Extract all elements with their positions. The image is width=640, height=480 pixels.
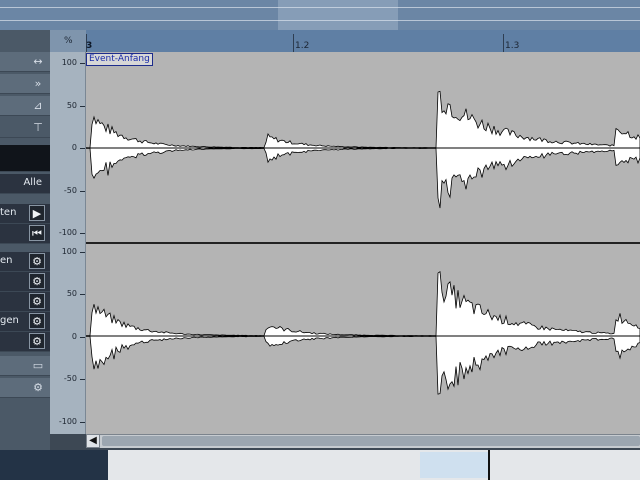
scale-tick (80, 294, 85, 295)
ruler-start-label: 3 (86, 41, 93, 51)
scale-tick (80, 337, 85, 338)
scale-tick (80, 63, 85, 64)
ruler-unit-corner: % (50, 30, 86, 52)
inspector-row-play[interactable]: ten ▶ (0, 204, 50, 224)
inspector-row-options[interactable]: ⚙ (0, 378, 50, 398)
scale-label: 0 (71, 332, 77, 341)
inspector-row-setting-3[interactable]: ⚙ (0, 292, 50, 312)
settings-gear-icon[interactable]: ⚙ (30, 380, 46, 395)
filter-select-value[interactable]: Alle (23, 177, 42, 188)
play-icon[interactable]: ▶ (29, 205, 45, 221)
scale-tick (80, 252, 85, 253)
scrollbar-thumb[interactable] (102, 436, 640, 446)
scale-label: -100 (58, 417, 77, 426)
scale-label: 0 (71, 143, 77, 152)
ruler-tick (293, 34, 294, 52)
waveform-channel-left (86, 90, 640, 209)
scale-label: 100 (61, 58, 77, 67)
gear-icon[interactable]: ⚙ (29, 313, 45, 329)
timeline-ruler[interactable]: 3 1.2 1.3 (50, 30, 640, 52)
ruler-mark-label: 1.3 (505, 41, 520, 51)
inspector-row-setting-2[interactable]: ⚙ (0, 272, 50, 292)
scale-tick (80, 148, 85, 149)
filter-icon[interactable]: ⊤ (30, 120, 46, 135)
inspector-row-filter[interactable]: ⊤ (0, 118, 50, 138)
lower-panel-header (0, 450, 108, 480)
scale-label: -100 (58, 228, 77, 237)
scale-tick (80, 422, 85, 423)
row-label: ten (0, 207, 17, 218)
scale-tick (80, 191, 85, 192)
row-label: en (0, 255, 13, 266)
inspector-display (0, 145, 50, 172)
event-start-marker[interactable]: Event-Anfang (86, 53, 153, 66)
scale-label: -50 (63, 374, 77, 383)
inspector-row-rewind[interactable]: ⏮ (0, 224, 50, 244)
scale-tick (80, 233, 85, 234)
scale-tick (80, 379, 85, 380)
snap-icon[interactable]: ⊿ (30, 98, 46, 113)
ruler-mark-label: 1.2 (295, 41, 310, 51)
scale-label: 50 (66, 289, 77, 298)
overview-visible-range[interactable] (278, 0, 398, 30)
inspector-row-zoom[interactable]: ↔ (0, 52, 50, 72)
playback-cursor[interactable] (488, 450, 490, 480)
scale-tick (80, 106, 85, 107)
unit-label: % (64, 36, 73, 46)
waveform-channel-right (86, 270, 640, 395)
gear-icon[interactable]: ⚙ (29, 253, 45, 269)
inspector-row-snap[interactable]: ⊿ (0, 96, 50, 116)
inspector-row-setting-4[interactable]: gen ⚙ (0, 312, 50, 332)
scale-label: 50 (66, 101, 77, 110)
gear-icon[interactable]: ⚙ (29, 333, 45, 349)
width-icon[interactable]: ▭ (30, 358, 46, 373)
inspector-filter-select[interactable]: Alle (0, 174, 50, 194)
ruler-tick (503, 34, 504, 52)
gear-icon[interactable]: ⚙ (29, 273, 45, 289)
scale-label: 100 (61, 247, 77, 256)
fit-width-icon[interactable]: ↔ (30, 54, 46, 69)
gear-icon[interactable]: ⚙ (29, 293, 45, 309)
inspector-panel: ↔ » ⊿ ⊤ Alle ten ▶ ⏮ en ⚙ ⚙ ⚙ gen ⚙ ⚙ ▭ … (0, 30, 50, 450)
amplitude-scale: 100 50 0 -50 -100 100 50 0 -50 -100 (50, 52, 86, 434)
lower-timeline-selection[interactable] (420, 452, 490, 478)
inspector-row-setting-5[interactable]: ⚙ (0, 332, 50, 352)
fast-forward-icon[interactable]: » (30, 76, 46, 91)
rewind-icon[interactable]: ⏮ (29, 225, 45, 241)
inspector-row-forward[interactable]: » (0, 74, 50, 94)
inspector-row-setting-1[interactable]: en ⚙ (0, 252, 50, 272)
row-label: gen (0, 315, 19, 326)
channel-divider (86, 242, 640, 244)
inspector-row-width[interactable]: ▭ (0, 356, 50, 376)
lower-timeline-strip[interactable] (108, 450, 640, 480)
scroll-left-icon[interactable]: ◀ (86, 434, 100, 448)
scale-label: -50 (63, 186, 77, 195)
